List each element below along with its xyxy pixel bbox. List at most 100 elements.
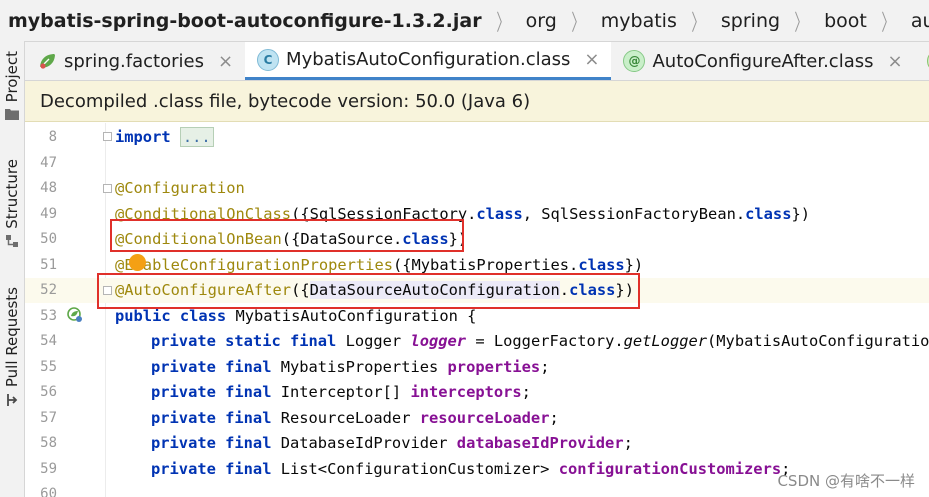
structure-tool-button[interactable]: Structure bbox=[0, 159, 24, 247]
keyword: private final bbox=[151, 383, 272, 402]
keyword: private final bbox=[151, 434, 272, 453]
class-icon: C bbox=[257, 48, 280, 71]
folded-imports[interactable]: ... bbox=[179, 126, 214, 147]
chevron-right-icon: 〉 bbox=[794, 10, 808, 36]
folder-icon bbox=[5, 109, 19, 121]
decompiled-banner: Decompiled .class file, bytecode version… bbox=[25, 81, 929, 122]
line-number: 8 bbox=[48, 128, 57, 145]
field: resourceLoader bbox=[419, 408, 550, 427]
annotation-icon: @ bbox=[623, 50, 646, 72]
keyword: class bbox=[578, 255, 625, 274]
breadcrumb-mybatis[interactable]: mybatis bbox=[591, 10, 679, 32]
pull-requests-tool-label: Pull Requests bbox=[3, 287, 21, 388]
code-fragment: }) bbox=[791, 204, 811, 223]
breadcrumb-org[interactable]: org bbox=[516, 10, 559, 32]
line-number: 59 bbox=[40, 460, 57, 477]
pull-request-icon bbox=[7, 394, 18, 407]
field: interceptors bbox=[410, 383, 522, 402]
code-line: 48 @Configuration bbox=[25, 176, 929, 202]
code-line: 54 private static final Logger logger = … bbox=[25, 329, 929, 355]
watermark: CSDN @有啥不一样 bbox=[777, 472, 915, 490]
line-number: 52 bbox=[40, 282, 57, 299]
chevron-right-icon: 〉 bbox=[571, 10, 585, 36]
breadcrumb-jar[interactable]: mybatis-spring-boot-autoconfigure-1.3.2.… bbox=[0, 10, 484, 32]
line-number: 49 bbox=[40, 205, 57, 222]
code-fragment: MybatisAutoConfiguration { bbox=[226, 306, 477, 325]
breadcrumb: mybatis-spring-boot-autoconfigure-1.3.2.… bbox=[0, 0, 929, 42]
tab-auto-configure-after[interactable]: @ AutoConfigureAfter.class × bbox=[611, 42, 914, 80]
code-line: 8 import ... bbox=[25, 124, 929, 150]
field: databaseIdProvider bbox=[456, 434, 624, 453]
pull-requests-tool-button[interactable]: Pull Requests bbox=[0, 287, 24, 407]
code-fragment: Logger bbox=[336, 332, 411, 351]
tab-spring-factories[interactable]: spring.factories × bbox=[25, 42, 245, 80]
tab-sq[interactable]: I Sq bbox=[915, 42, 929, 80]
lightbulb-icon[interactable] bbox=[129, 254, 146, 271]
keyword: class bbox=[476, 204, 523, 223]
static-field: logger bbox=[410, 332, 467, 351]
line-number: 55 bbox=[40, 358, 57, 375]
close-icon[interactable]: × bbox=[584, 49, 599, 70]
code-editor[interactable]: 8 import ... 47 48 @Configuration 49 @Co… bbox=[25, 123, 929, 497]
static-method: getLogger bbox=[623, 332, 708, 351]
tab-mybatis-auto-configuration[interactable]: C MybatisAutoConfiguration.class × bbox=[245, 42, 612, 80]
code-fragment: ; bbox=[623, 434, 633, 453]
highlight-auto-configure-after bbox=[97, 273, 640, 309]
line-number: 56 bbox=[40, 384, 57, 401]
code-fragment: , SqlSessionFactoryBean. bbox=[522, 204, 746, 223]
code-fragment: Interceptor[] bbox=[271, 383, 411, 402]
project-tool-label: Project bbox=[3, 51, 21, 103]
line-number: 57 bbox=[40, 409, 57, 426]
line-number: 51 bbox=[40, 256, 57, 273]
annotation: @EnableConfigurationProperties bbox=[115, 255, 393, 274]
code-line: 57 private final ResourceLoader resource… bbox=[25, 405, 929, 431]
keyword: import bbox=[115, 127, 171, 146]
code-fragment: DatabaseIdProvider bbox=[271, 434, 457, 453]
close-icon[interactable]: × bbox=[218, 51, 233, 72]
structure-tool-label: Structure bbox=[3, 159, 21, 229]
tab-label: AutoConfigureAfter.class bbox=[652, 50, 874, 72]
code-text: private final MybatisProperties properti… bbox=[151, 358, 549, 376]
code-fragment: }) bbox=[624, 255, 644, 274]
line-number: 58 bbox=[40, 435, 57, 452]
decompiled-banner-text: Decompiled .class file, bytecode version… bbox=[40, 90, 531, 112]
code-fragment: (MybatisAutoConfiguration.c bbox=[707, 332, 929, 351]
code-line: 58 private final DatabaseIdProvider data… bbox=[25, 431, 929, 457]
code-fragment: = LoggerFactory. bbox=[466, 332, 624, 351]
chevron-right-icon: 〉 bbox=[691, 10, 705, 36]
keyword: private final bbox=[151, 459, 272, 478]
code-line: 56 private final Interceptor[] intercept… bbox=[25, 380, 929, 406]
chevron-right-icon: 〉 bbox=[881, 10, 895, 36]
project-tool-button[interactable]: Project bbox=[0, 51, 24, 121]
close-icon[interactable]: × bbox=[888, 51, 903, 72]
code-text: private final List<ConfigurationCustomiz… bbox=[151, 460, 790, 478]
code-fragment: List<ConfigurationCustomizer> bbox=[271, 459, 559, 478]
code-fragment: ; bbox=[549, 408, 559, 427]
tab-label: spring.factories bbox=[64, 50, 204, 72]
highlight-conditional-on-bean bbox=[110, 219, 464, 252]
keyword: private final bbox=[151, 357, 272, 376]
code-text: import ... bbox=[115, 126, 214, 147]
fold-toggle-icon[interactable] bbox=[103, 184, 112, 193]
code-line: 55 private final MybatisProperties prope… bbox=[25, 354, 929, 380]
chevron-right-icon: 〉 bbox=[495, 10, 510, 36]
editor-tabs: spring.factories × C MybatisAutoConfigur… bbox=[25, 42, 929, 81]
breadcrumb-spring[interactable]: spring bbox=[711, 10, 782, 32]
line-number: 47 bbox=[40, 154, 57, 171]
field: configurationCustomizers bbox=[558, 459, 782, 478]
keyword: class bbox=[745, 204, 792, 223]
code-text: public class MybatisAutoConfiguration { bbox=[115, 307, 476, 325]
code-fragment: ({MybatisProperties. bbox=[392, 255, 579, 274]
breadcrumb-autoconfigure[interactable]: autoconfigure bbox=[901, 10, 929, 32]
code-text: private final Interceptor[] interceptors… bbox=[151, 383, 531, 401]
spring-bean-icon[interactable] bbox=[67, 307, 83, 323]
keyword: public class bbox=[115, 306, 227, 325]
code-fragment: ; bbox=[540, 357, 550, 376]
line-number: 60 bbox=[40, 486, 57, 497]
breadcrumb-boot[interactable]: boot bbox=[814, 10, 869, 32]
fold-toggle-icon[interactable] bbox=[103, 132, 112, 141]
code-text: @Configuration bbox=[115, 179, 245, 198]
keyword: private final bbox=[151, 408, 272, 427]
code-line: 47 bbox=[25, 150, 929, 176]
keyword: private static final bbox=[151, 332, 337, 351]
